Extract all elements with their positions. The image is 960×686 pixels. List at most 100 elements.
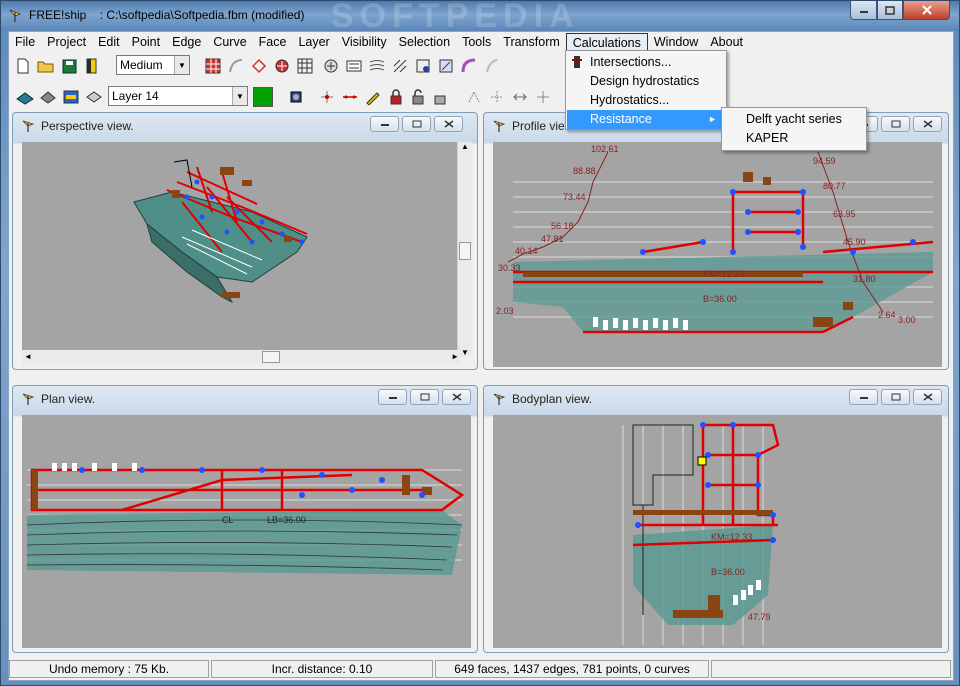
menu-curve[interactable]: Curve xyxy=(207,33,252,51)
maximize-icon xyxy=(420,393,429,401)
control-net-icon[interactable] xyxy=(203,56,223,76)
plan-view-window[interactable]: Plan view. CL LB=36.00 xyxy=(12,385,478,653)
profile-label: 40.14 xyxy=(515,246,538,256)
profile-label: KM=12.33 xyxy=(703,269,744,279)
open-folder-icon[interactable] xyxy=(36,56,56,76)
close-button[interactable] xyxy=(442,389,471,405)
layer-properties-icon[interactable] xyxy=(15,87,35,107)
menu-transform[interactable]: Transform xyxy=(497,33,566,51)
interior-edges-icon[interactable] xyxy=(249,56,269,76)
maximize-button[interactable] xyxy=(881,116,910,132)
menu-tools[interactable]: Tools xyxy=(456,33,497,51)
collapse-icon[interactable] xyxy=(510,87,530,107)
grid-icon[interactable] xyxy=(295,56,315,76)
layer-visibility-icon[interactable] xyxy=(38,87,58,107)
menu-item-resistance[interactable]: Resistance ► xyxy=(567,110,725,129)
layer-select-icon[interactable] xyxy=(84,87,104,107)
stations-icon[interactable] xyxy=(321,56,341,76)
minimize-button[interactable] xyxy=(370,116,399,132)
bodyplan-viewport[interactable]: KM=12.33 B=36.00 47.79 xyxy=(493,415,942,648)
insert-point-icon[interactable] xyxy=(317,87,337,107)
resistance-submenu: Delft yacht series KAPER xyxy=(721,107,867,151)
layer-color-icon[interactable] xyxy=(61,87,81,107)
perspective-view-label: Perspective view. xyxy=(41,119,134,133)
minimize-button[interactable] xyxy=(849,389,878,405)
lock-icon[interactable] xyxy=(386,87,406,107)
pencil-icon[interactable] xyxy=(363,87,383,107)
scroll-right-icon[interactable]: ► xyxy=(451,352,459,361)
unlock-all-icon[interactable] xyxy=(430,87,450,107)
menu-point[interactable]: Point xyxy=(126,33,167,51)
menu-window[interactable]: Window xyxy=(648,33,704,51)
perspective-view-window[interactable]: Perspective view. ▲ ▼ ◄ ► xyxy=(12,112,478,370)
save-icon[interactable] xyxy=(59,56,79,76)
menu-visibility[interactable]: Visibility xyxy=(336,33,393,51)
menu-calculations[interactable]: Calculations xyxy=(565,33,648,51)
profile-label: 94.59 xyxy=(813,156,836,166)
new-file-icon[interactable] xyxy=(13,56,33,76)
active-layer-select[interactable]: Layer 14 ▼ xyxy=(108,86,248,106)
mirror-icon[interactable] xyxy=(464,87,484,107)
waterlines-icon[interactable] xyxy=(367,56,387,76)
chevron-down-icon[interactable]: ▼ xyxy=(174,56,189,74)
bodyplan-view-window[interactable]: Bodyplan view. KM=12.33 B=36.00 47.79 xyxy=(483,385,949,653)
menu-item-delft-yacht-series[interactable]: Delft yacht series xyxy=(723,110,865,129)
scroll-up-icon[interactable]: ▲ xyxy=(461,142,469,151)
scroll-down-icon[interactable]: ▼ xyxy=(461,348,469,357)
hydrostatics-icon[interactable] xyxy=(413,56,433,76)
menu-edge[interactable]: Edge xyxy=(166,33,207,51)
menu-layer[interactable]: Layer xyxy=(292,33,335,51)
menu-file[interactable]: File xyxy=(9,33,41,51)
menu-item-intersections[interactable]: Intersections... xyxy=(567,53,725,72)
menu-project[interactable]: Project xyxy=(41,33,92,51)
plan-viewport[interactable]: CL LB=36.00 xyxy=(22,415,471,648)
menu-about[interactable]: About xyxy=(704,33,749,51)
app-window: SOFTPEDIA FREE!ship : C:\softpedia\Softp… xyxy=(0,0,960,686)
unlock-icon[interactable] xyxy=(408,87,428,107)
perspective-hull-drawing xyxy=(133,159,308,304)
scale-icon[interactable] xyxy=(487,87,507,107)
title-bar[interactable]: SOFTPEDIA FREE!ship : C:\softpedia\Softp… xyxy=(1,0,959,35)
maximize-button[interactable] xyxy=(402,116,431,132)
chevron-down-icon[interactable]: ▼ xyxy=(232,87,247,105)
scrollbar-thumb[interactable] xyxy=(459,242,471,260)
close-button[interactable] xyxy=(434,116,463,132)
markers-icon[interactable] xyxy=(436,56,456,76)
minimize-button[interactable] xyxy=(850,1,877,20)
menu-item-kaper[interactable]: KAPER xyxy=(723,129,865,148)
menu-item-hydrostatics[interactable]: Hydrostatics... xyxy=(567,91,725,110)
layer-color-swatch[interactable] xyxy=(253,87,273,107)
menu-face[interactable]: Face xyxy=(253,33,293,51)
close-button[interactable] xyxy=(913,389,942,405)
vertical-scrollbar[interactable]: ▲ ▼ xyxy=(457,142,472,357)
close-button[interactable] xyxy=(913,116,942,132)
menu-selection[interactable]: Selection xyxy=(393,33,456,51)
maximize-button[interactable] xyxy=(410,389,439,405)
scrollbar-thumb[interactable] xyxy=(262,351,280,363)
close-button[interactable] xyxy=(903,1,950,20)
menu-item-design-hydrostatics[interactable]: Design hydrostatics xyxy=(567,72,725,91)
curvature-plot-icon[interactable] xyxy=(459,56,479,76)
shade-icon[interactable] xyxy=(482,56,502,76)
split-edge-icon[interactable] xyxy=(340,87,360,107)
maximize-button[interactable] xyxy=(881,389,910,405)
profile-label: 80.77 xyxy=(823,181,846,191)
precision-select[interactable]: Medium ▼ xyxy=(116,55,190,75)
profile-view-title: Profile view. xyxy=(492,119,576,133)
move-icon[interactable] xyxy=(533,87,553,107)
menu-edit[interactable]: Edit xyxy=(92,33,126,51)
scroll-left-icon[interactable]: ◄ xyxy=(24,352,32,361)
extrude-icon[interactable] xyxy=(286,87,306,107)
diagonals-icon[interactable] xyxy=(390,56,410,76)
profile-view-window[interactable]: Profile view. 102.61 88.88 73.44 56.18 4… xyxy=(483,112,949,370)
buttocks-icon[interactable] xyxy=(344,56,364,76)
horizontal-scrollbar[interactable]: ◄ ► xyxy=(22,350,461,365)
flowlines-icon[interactable] xyxy=(272,56,292,76)
profile-viewport[interactable]: 102.61 88.88 73.44 56.18 47.81 40.14 30.… xyxy=(493,142,942,367)
plan-view-label: Plan view. xyxy=(41,392,96,406)
maximize-button[interactable] xyxy=(877,1,903,20)
curvature-icon[interactable] xyxy=(226,56,246,76)
perspective-viewport[interactable] xyxy=(22,142,461,357)
minimize-button[interactable] xyxy=(378,389,407,405)
exit-icon[interactable] xyxy=(82,56,102,76)
